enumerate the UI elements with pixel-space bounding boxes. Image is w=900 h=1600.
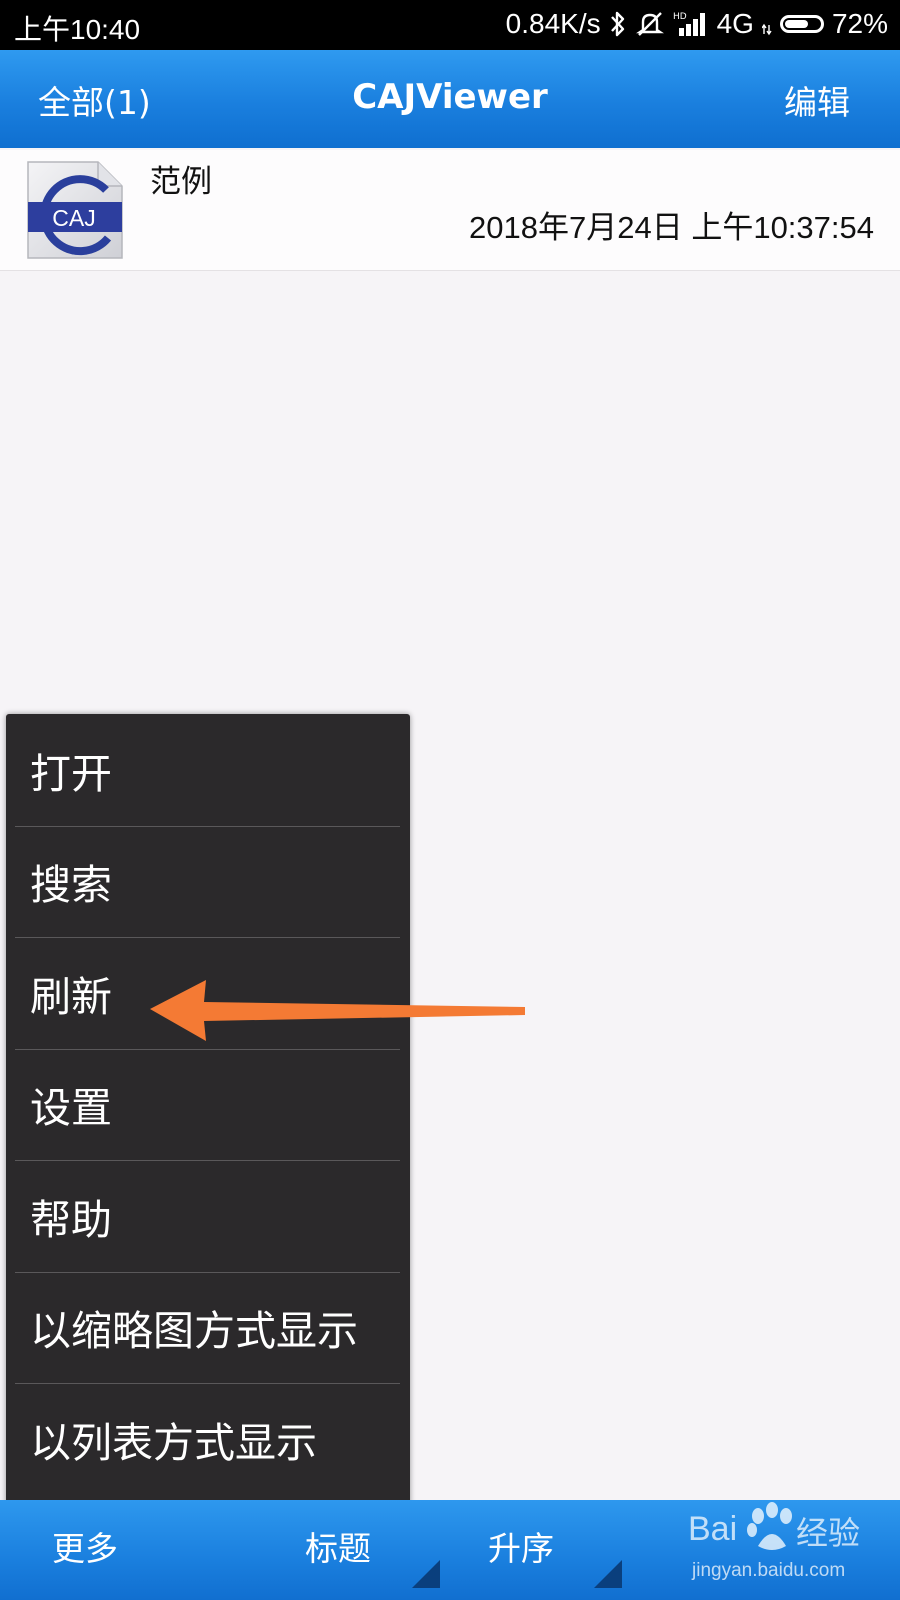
data-arrows-icon <box>761 10 772 38</box>
sort-order-dropdown[interactable]: 升序 <box>488 1522 554 1570</box>
hd-signal-icon: HD <box>673 10 709 38</box>
app-bar: 全部(1) CAJViewer 编辑 <box>0 50 900 148</box>
menu-item-thumbnail-view[interactable]: 以缩略图方式显示 <box>6 1271 410 1384</box>
status-time: 上午10:40 <box>14 14 141 45</box>
menu-item-search[interactable]: 搜索 <box>6 825 410 938</box>
file-list-item[interactable]: CAJ 范例 2018年7月24日 上午10:37:54 <box>0 150 900 271</box>
dropdown-corner-icon <box>412 1560 440 1588</box>
battery-icon <box>779 15 824 33</box>
status-bar: 上午10:40 0.84K/s HD 4G 72% <box>0 0 900 50</box>
caj-file-icon: CAJ <box>26 160 124 260</box>
dropdown-corner-icon <box>594 1560 622 1588</box>
network-type: 4G <box>716 8 754 39</box>
baidu-jingyan-watermark: Bai 经验 jingyan.baidu.com <box>688 1500 900 1600</box>
mute-icon <box>635 10 665 38</box>
menu-item-list-view[interactable]: 以列表方式显示 <box>6 1383 410 1495</box>
network-speed: 0.84K/s <box>505 8 601 39</box>
sort-field-dropdown[interactable]: 标题 <box>305 1522 371 1570</box>
status-icons: 0.84K/s HD 4G 72% <box>506 8 888 40</box>
menu-item-help[interactable]: 帮助 <box>6 1160 410 1272</box>
caj-icon-label: CAJ <box>52 205 95 231</box>
battery-level <box>784 20 809 28</box>
more-button[interactable]: 更多 <box>52 1522 118 1570</box>
svg-text:HD: HD <box>673 12 687 22</box>
edit-button[interactable]: 编辑 <box>784 76 850 124</box>
baidu-paw-icon <box>747 1502 792 1550</box>
file-date: 2018年7月24日 上午10:37:54 <box>469 210 874 245</box>
watermark-brand: Bai <box>688 1510 738 1548</box>
menu-item-settings[interactable]: 设置 <box>6 1048 410 1161</box>
menu-item-open[interactable]: 打开 <box>6 714 410 826</box>
annotation-arrow <box>150 980 525 1041</box>
watermark-experience: 经验 <box>796 1514 861 1552</box>
watermark-url: jingyan.baidu.com <box>692 1560 846 1581</box>
battery-percent: 72% <box>831 8 888 39</box>
file-name: 范例 <box>150 164 212 200</box>
overflow-menu: 打开 搜索 刷新 设置 帮助 以缩略图方式显示 以列表方式显示 <box>6 714 410 1508</box>
app-title: CAJViewer <box>352 77 548 117</box>
bluetooth-icon <box>609 10 627 38</box>
